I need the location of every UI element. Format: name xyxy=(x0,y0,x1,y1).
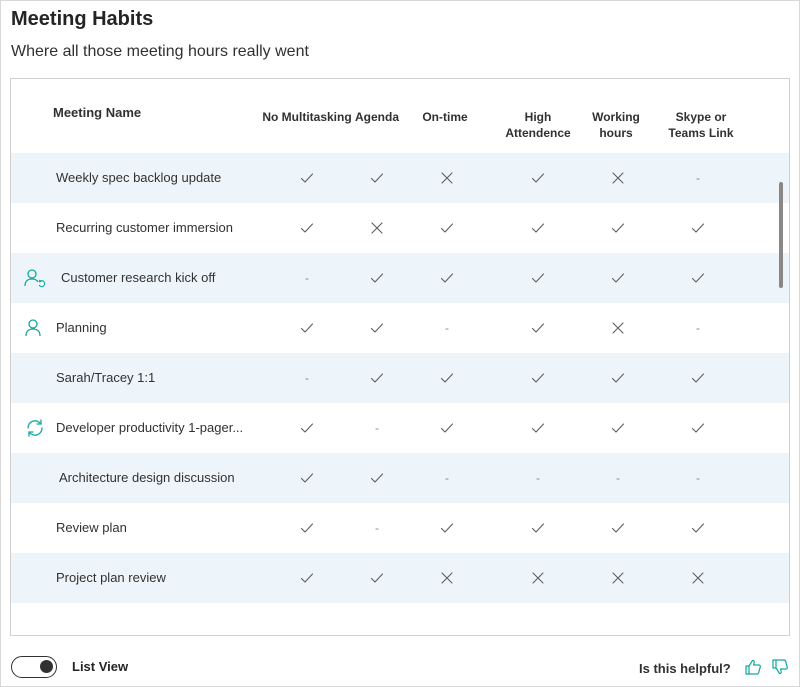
check-icon xyxy=(357,253,397,303)
table-row[interactable]: Architecture design discussion - - - - xyxy=(11,453,789,503)
meeting-name: Sarah/Tracey 1:1 xyxy=(56,370,156,385)
column-header-on-time: On-time xyxy=(422,110,468,124)
list-view-toggle[interactable] xyxy=(11,656,57,678)
person-recurring-icon xyxy=(24,268,46,288)
check-icon xyxy=(287,403,327,453)
check-icon xyxy=(678,203,718,253)
list-view-label: List View xyxy=(72,659,129,674)
check-icon xyxy=(287,553,327,603)
check-icon xyxy=(518,203,558,253)
check-icon xyxy=(678,403,718,453)
column-header-no-multitasking: No Multitasking xyxy=(262,110,352,124)
not-applicable-dash: - xyxy=(616,471,620,485)
check-icon xyxy=(678,253,718,303)
scrollbar-thumb[interactable] xyxy=(779,182,783,288)
check-icon xyxy=(357,453,397,503)
not-applicable-dash: - xyxy=(696,171,700,185)
cross-icon xyxy=(357,203,397,253)
check-icon xyxy=(518,153,558,203)
table-body: Weekly spec backlog update - Recurring cus… xyxy=(11,153,789,603)
meeting-name: Customer research kick off xyxy=(61,270,216,285)
toggle-knob xyxy=(40,660,53,673)
helpful-prompt: Is this helpful? xyxy=(639,661,731,676)
check-icon xyxy=(287,303,327,353)
meeting-name: Review plan xyxy=(56,520,127,535)
cross-icon xyxy=(518,553,558,603)
cross-icon xyxy=(598,553,638,603)
not-applicable-dash: - xyxy=(305,371,309,385)
check-icon xyxy=(357,153,397,203)
check-icon xyxy=(518,403,558,453)
check-icon xyxy=(357,353,397,403)
not-applicable-dash: - xyxy=(445,471,449,485)
cross-icon xyxy=(598,303,638,353)
not-applicable-dash: - xyxy=(305,271,309,285)
check-icon xyxy=(598,203,638,253)
check-icon xyxy=(518,353,558,403)
thumbs-up-icon[interactable] xyxy=(744,658,762,676)
meeting-name: Project plan review xyxy=(56,570,166,585)
check-icon xyxy=(598,403,638,453)
person-icon xyxy=(24,318,46,338)
check-icon xyxy=(678,353,718,403)
check-icon xyxy=(287,453,327,503)
check-icon xyxy=(427,253,467,303)
check-icon xyxy=(598,253,638,303)
column-header-working-hours: Working hours xyxy=(592,110,640,140)
check-icon xyxy=(427,503,467,553)
meeting-habits-table: Meeting Name No Multitasking Agenda On-t… xyxy=(10,78,790,636)
column-header-high-attendence: High Attendence xyxy=(505,110,571,140)
check-icon xyxy=(518,253,558,303)
meeting-name: Developer productivity 1-pager... xyxy=(56,420,244,435)
table-row[interactable]: Project plan review xyxy=(11,553,789,603)
meeting-name: Weekly spec backlog update xyxy=(56,170,222,185)
table-row[interactable]: Developer productivity 1-pager... - xyxy=(11,403,789,453)
check-icon xyxy=(598,503,638,553)
check-icon xyxy=(357,553,397,603)
thumbs-down-icon[interactable] xyxy=(771,658,789,676)
not-applicable-dash: - xyxy=(375,421,379,435)
check-icon xyxy=(357,303,397,353)
meeting-name: Architecture design discussion xyxy=(59,470,235,485)
table-row[interactable]: Planning - - xyxy=(11,303,789,353)
not-applicable-dash: - xyxy=(375,521,379,535)
check-icon xyxy=(427,353,467,403)
check-icon xyxy=(287,503,327,553)
not-applicable-dash: - xyxy=(445,321,449,335)
cross-icon xyxy=(427,153,467,203)
table-row[interactable]: Customer research kick off - xyxy=(11,253,789,303)
not-applicable-dash: - xyxy=(696,471,700,485)
recurring-icon xyxy=(24,418,46,438)
table-header: Meeting Name No Multitasking Agenda On-t… xyxy=(11,79,789,153)
cross-icon xyxy=(427,553,467,603)
not-applicable-dash: - xyxy=(536,471,540,485)
page-subtitle: Where all those meeting hours really wen… xyxy=(11,43,309,60)
check-icon xyxy=(518,503,558,553)
table-row[interactable]: Weekly spec backlog update - xyxy=(11,153,789,203)
meeting-name: Recurring customer immersion xyxy=(56,220,233,235)
column-header-meeting-name: Meeting Name xyxy=(53,105,142,120)
table-row[interactable]: Recurring customer immersion xyxy=(11,203,789,253)
check-icon xyxy=(678,503,718,553)
page-title: Meeting Habits xyxy=(11,8,154,30)
table-row[interactable]: Sarah/Tracey 1:1 - xyxy=(11,353,789,403)
check-icon xyxy=(427,203,467,253)
cross-icon xyxy=(598,153,638,203)
column-header-agenda: Agenda xyxy=(354,110,399,124)
check-icon xyxy=(518,303,558,353)
check-icon xyxy=(427,403,467,453)
check-icon xyxy=(287,203,327,253)
cross-icon xyxy=(678,553,718,603)
column-header-skype-teams-link: Skype or Teams Link xyxy=(668,110,734,140)
check-icon xyxy=(287,153,327,203)
meeting-name: Planning xyxy=(56,320,107,335)
table-row[interactable]: Review plan - xyxy=(11,503,789,553)
not-applicable-dash: - xyxy=(696,321,700,335)
check-icon xyxy=(598,353,638,403)
